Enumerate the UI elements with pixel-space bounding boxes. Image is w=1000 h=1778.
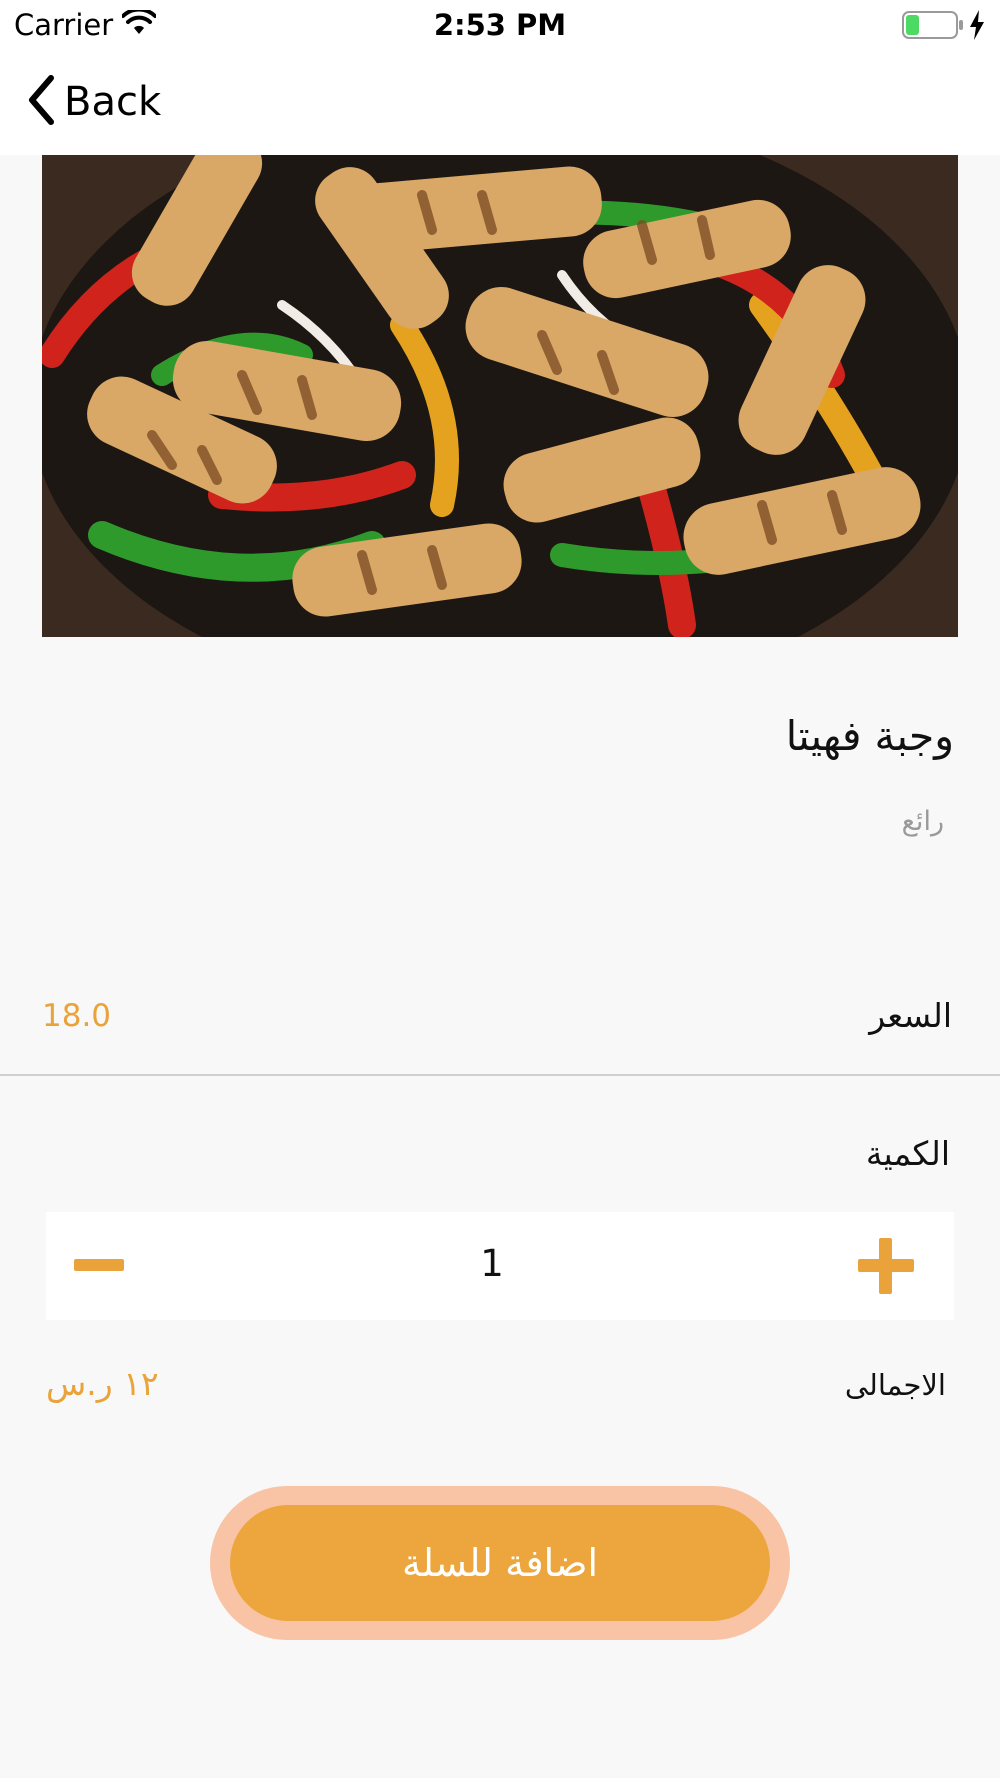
navigation-bar: Back [0, 50, 1000, 155]
product-image [42, 155, 958, 637]
add-to-cart-button[interactable]: اضافة للسلة [230, 1505, 770, 1621]
price-value: 18.0 [42, 998, 112, 1034]
battery-icon [902, 11, 964, 43]
back-button[interactable]: Back [26, 74, 161, 130]
quantity-label: الكمية [865, 1134, 950, 1173]
total-value: ١٢ ر.س [46, 1364, 159, 1403]
add-to-cart-label: اضافة للسلة [401, 1541, 599, 1585]
product-description: رائع [901, 806, 944, 837]
increment-button[interactable] [850, 1232, 920, 1300]
quantity-stepper: 1 [46, 1212, 954, 1320]
divider [0, 1074, 1000, 1076]
chevron-left-icon [26, 74, 56, 130]
quantity-value: 1 [480, 1242, 504, 1285]
status-bar: Carrier 2:53 PM [0, 0, 1000, 50]
price-label: السعر [869, 996, 952, 1035]
charging-bolt-icon [968, 10, 986, 44]
back-label: Back [64, 79, 162, 125]
total-label: الاجمالى [844, 1368, 946, 1402]
product-title: وجبة فهيتا [785, 712, 954, 760]
status-time: 2:53 PM [433, 8, 567, 42]
